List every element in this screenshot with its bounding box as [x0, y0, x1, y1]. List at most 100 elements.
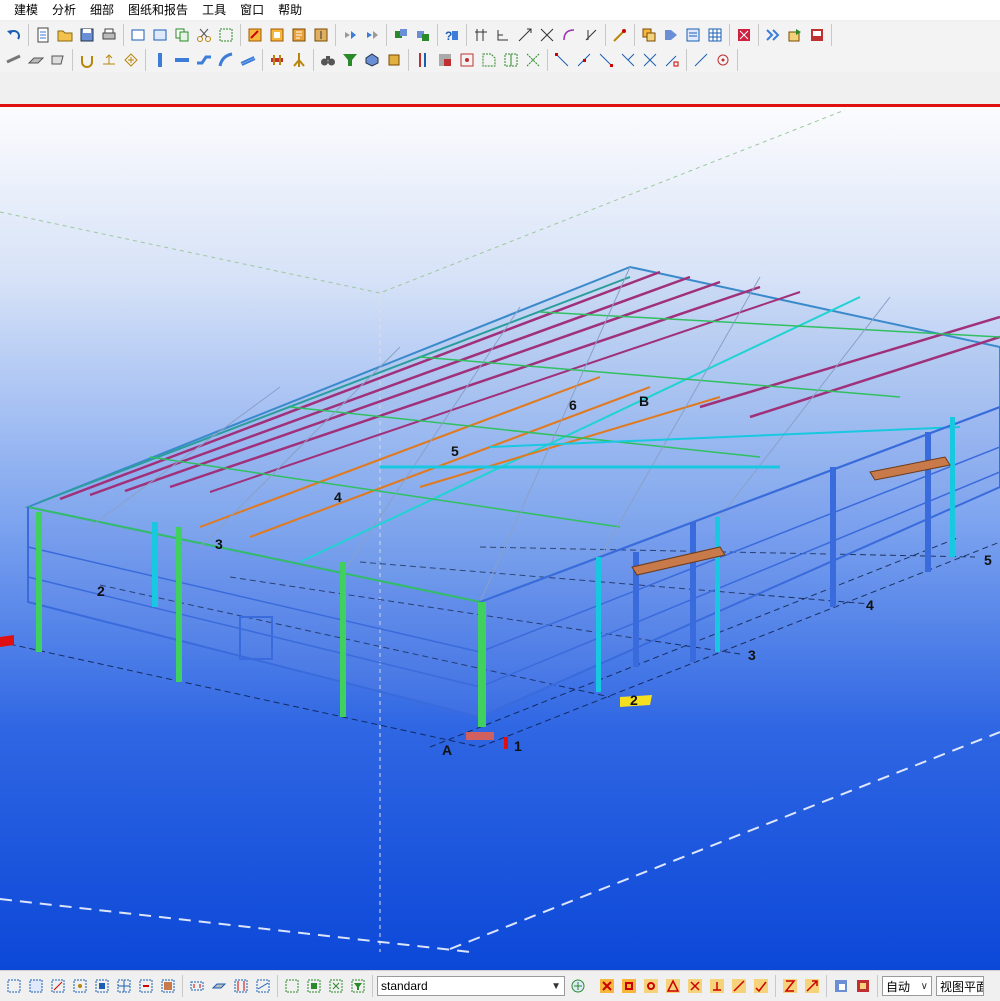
select-filter-icon[interactable] [349, 977, 367, 995]
select-assembly-icon[interactable] [159, 977, 177, 995]
point-icon[interactable] [538, 26, 556, 44]
snap-plane-icon[interactable] [832, 977, 850, 995]
model-viewport[interactable]: A B 1 2 3 4 5 6 2 3 4 5 [0, 107, 1000, 970]
select-components-icon[interactable] [93, 977, 111, 995]
slab-icon[interactable] [27, 51, 45, 69]
menu-drawings-reports[interactable]: 图纸和报告 [121, 0, 195, 20]
select-welds-icon[interactable] [49, 977, 67, 995]
split-icon[interactable] [502, 51, 520, 69]
curved-beam-icon[interactable] [217, 51, 235, 69]
clash-list-icon[interactable] [363, 26, 381, 44]
select-reference-icon[interactable] [137, 977, 155, 995]
snap-line-icon[interactable] [553, 51, 571, 69]
component-catalog-icon[interactable] [414, 26, 432, 44]
menu-help[interactable]: 帮助 [271, 0, 309, 20]
snap-perpendicular-icon[interactable] [708, 977, 726, 995]
select-objects-icon[interactable] [283, 977, 301, 995]
drawing-icon[interactable] [246, 26, 264, 44]
snap-geometry-icon[interactable] [620, 977, 638, 995]
twin-profile-icon[interactable] [239, 51, 257, 69]
forward-icon[interactable] [764, 26, 782, 44]
select-plane-icon[interactable] [254, 977, 272, 995]
new-model-icon[interactable] [34, 26, 52, 44]
model-3d-view[interactable]: A B 1 2 3 4 5 6 2 3 4 5 [0, 107, 1000, 970]
select-rebar-icon[interactable] [232, 977, 250, 995]
snap-ref-lines-icon[interactable] [598, 977, 616, 995]
bolt-icon[interactable] [78, 51, 96, 69]
snap-end-icon[interactable] [597, 51, 615, 69]
cut-icon[interactable] [195, 26, 213, 44]
drawing-list-icon[interactable] [268, 26, 286, 44]
plate-icon[interactable] [49, 51, 67, 69]
snap-mode-dropdown[interactable]: 自动 ∨ [882, 976, 932, 996]
print-icon[interactable] [100, 26, 118, 44]
rebar-icon[interactable] [414, 51, 432, 69]
copy-icon[interactable] [173, 26, 191, 44]
filter-icon[interactable] [341, 51, 359, 69]
arc-point-icon[interactable] [560, 26, 578, 44]
fitting-icon[interactable] [122, 51, 140, 69]
binoculars-icon[interactable] [319, 51, 337, 69]
select-icon[interactable] [217, 26, 235, 44]
clash-check-icon[interactable] [341, 26, 359, 44]
snap-midpoint-icon[interactable] [664, 977, 682, 995]
polybeam-icon[interactable] [195, 51, 213, 69]
organizer-icon[interactable] [662, 26, 680, 44]
assembly-icon[interactable] [363, 51, 381, 69]
menu-tools[interactable]: 工具 [195, 0, 233, 20]
export-icon[interactable] [786, 26, 804, 44]
cast-unit-icon[interactable] [385, 51, 403, 69]
undo-icon[interactable] [5, 26, 23, 44]
report-icon[interactable] [290, 26, 308, 44]
select-grid-icon[interactable] [115, 977, 133, 995]
view-plane-dropdown[interactable]: 视图平面 [936, 976, 984, 996]
beam-icon[interactable] [5, 51, 23, 69]
snap-mid-icon[interactable] [575, 51, 593, 69]
snap-depth-icon[interactable] [854, 977, 872, 995]
combine-icon[interactable] [524, 51, 542, 69]
menu-modeling[interactable]: 建模 [0, 0, 45, 20]
snap-nearest-icon[interactable] [663, 51, 681, 69]
snap-intersection-icon[interactable] [641, 51, 659, 69]
select-in-components-icon[interactable] [305, 977, 323, 995]
select-bolts-icon[interactable] [71, 977, 89, 995]
phase-icon[interactable] [640, 26, 658, 44]
horizontal-beam-icon[interactable] [173, 51, 191, 69]
cut-part-icon[interactable] [436, 51, 454, 69]
select-in-assemblies-icon[interactable] [327, 977, 345, 995]
component-icon[interactable] [392, 26, 410, 44]
tekla-icon[interactable] [735, 26, 753, 44]
snap-center-icon[interactable] [642, 977, 660, 995]
snap-perp-icon[interactable] [619, 51, 637, 69]
snap-line-ends-icon[interactable] [730, 977, 748, 995]
menu-detailing[interactable]: 细部 [83, 0, 121, 20]
axis-icon[interactable] [516, 26, 534, 44]
select-surface-icon[interactable] [210, 977, 228, 995]
select-all-icon[interactable] [5, 977, 23, 995]
detail-icon[interactable] [290, 51, 308, 69]
filter-settings-icon[interactable] [569, 977, 587, 995]
measure-icon[interactable] [611, 26, 629, 44]
snap-any-icon[interactable] [692, 51, 710, 69]
table-icon[interactable] [706, 26, 724, 44]
help-query-icon[interactable]: ? [443, 26, 461, 44]
grid-icon[interactable] [472, 26, 490, 44]
numbering-icon[interactable] [312, 26, 330, 44]
snap-arrow-icon[interactable] [803, 977, 821, 995]
select-cuts-icon[interactable] [188, 977, 206, 995]
edit-polygon-icon[interactable] [458, 51, 476, 69]
chamfer-icon[interactable] [480, 51, 498, 69]
corner-icon[interactable] [494, 26, 512, 44]
snap-nearest-point-icon[interactable] [752, 977, 770, 995]
menu-analysis[interactable]: 分析 [45, 0, 83, 20]
import-icon[interactable] [808, 26, 826, 44]
connection-icon[interactable] [268, 51, 286, 69]
save-icon[interactable] [78, 26, 96, 44]
selection-filter-dropdown[interactable]: standard ▼ [377, 976, 565, 996]
column-icon[interactable] [151, 51, 169, 69]
snap-intersections-icon[interactable] [686, 977, 704, 995]
snap-override-icon[interactable] [781, 977, 799, 995]
view-fit-icon[interactable] [151, 26, 169, 44]
menu-window[interactable]: 窗口 [233, 0, 271, 20]
select-parts-icon[interactable] [27, 977, 45, 995]
